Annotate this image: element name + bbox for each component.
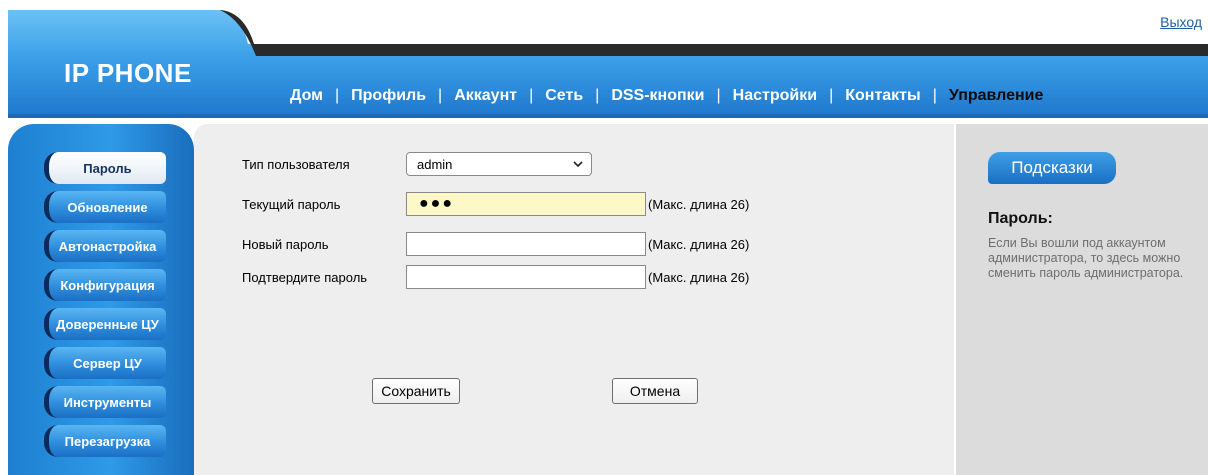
confirm-password-row: Подтвердите пароль (Макс. длина 26) xyxy=(242,265,749,289)
user-type-label: Тип пользователя xyxy=(242,156,350,172)
nav-dss-keys[interactable]: DSS-кнопки xyxy=(611,87,704,105)
sidebar-item-server-ca[interactable]: Сервер ЦУ xyxy=(44,347,166,379)
new-password-label: Новый пароль xyxy=(242,236,329,252)
current-password-label: Текущий пароль xyxy=(242,196,341,212)
cancel-button[interactable]: Отмена xyxy=(612,378,698,404)
user-type-select[interactable]: admin xyxy=(406,152,592,176)
sidebar: Пароль Обновление Автонастройка Конфигур… xyxy=(8,124,194,475)
nav-network[interactable]: Сеть xyxy=(545,87,583,105)
nav-separator: | xyxy=(438,87,443,104)
new-password-field[interactable] xyxy=(406,232,646,256)
confirm-password-label: Подтвердите пароль xyxy=(242,269,368,285)
confirm-password-hint: (Макс. длина 26) xyxy=(648,269,750,285)
nav-separator: | xyxy=(335,87,340,104)
chevron-down-icon xyxy=(573,160,583,167)
nav-separator: | xyxy=(932,87,937,104)
sidebar-item-configuration[interactable]: Конфигурация xyxy=(44,269,166,301)
help-tab: Подсказки xyxy=(988,152,1116,184)
current-password-row: Текущий пароль ●●● (Макс. длина 26) xyxy=(242,192,749,216)
nav-settings[interactable]: Настройки xyxy=(733,87,817,105)
main-content: Тип пользователя admin Текущий пароль ●●… xyxy=(194,124,954,475)
top-navigation: Дом | Профиль | Аккаунт | Сеть | DSS-кно… xyxy=(290,84,1043,108)
user-type-row: Тип пользователя admin xyxy=(242,152,592,176)
nav-management[interactable]: Управление xyxy=(949,87,1044,105)
new-password-row: Новый пароль (Макс. длина 26) xyxy=(242,232,749,256)
confirm-password-field[interactable] xyxy=(406,265,646,289)
help-title: Пароль: xyxy=(988,210,1053,227)
sidebar-item-trusted-ca[interactable]: Доверенные ЦУ xyxy=(44,308,166,340)
sidebar-item-tools[interactable]: Инструменты xyxy=(44,386,166,418)
nav-contacts[interactable]: Контакты xyxy=(845,87,920,105)
sidebar-item-autoprovision[interactable]: Автонастройка xyxy=(44,230,166,262)
nav-account[interactable]: Аккаунт xyxy=(454,87,517,105)
nav-separator: | xyxy=(529,87,534,104)
new-password-hint: (Макс. длина 26) xyxy=(648,236,750,252)
brand-logo: IP PHONE xyxy=(64,58,192,88)
help-text: Если Вы вошли под аккаунтом администрато… xyxy=(988,236,1184,280)
nav-separator: | xyxy=(829,87,834,104)
nav-profile[interactable]: Профиль xyxy=(351,87,426,105)
current-password-field[interactable]: ●●● xyxy=(406,192,646,216)
sidebar-item-password[interactable]: Пароль xyxy=(44,152,166,184)
sidebar-item-upgrade[interactable]: Обновление xyxy=(44,191,166,223)
nav-separator: | xyxy=(595,87,600,104)
nav-separator: | xyxy=(716,87,721,104)
user-type-value: admin xyxy=(417,156,453,172)
header-banner: IP PHONE Дом | Профиль | Аккаунт | Сеть … xyxy=(8,10,1208,118)
current-password-hint: (Макс. длина 26) xyxy=(648,196,750,212)
help-panel: Подсказки Пароль: Если Вы вошли под акка… xyxy=(956,124,1208,475)
save-button[interactable]: Сохранить xyxy=(372,378,460,404)
nav-home[interactable]: Дом xyxy=(290,87,323,105)
sidebar-item-reboot[interactable]: Перезагрузка xyxy=(44,425,166,457)
